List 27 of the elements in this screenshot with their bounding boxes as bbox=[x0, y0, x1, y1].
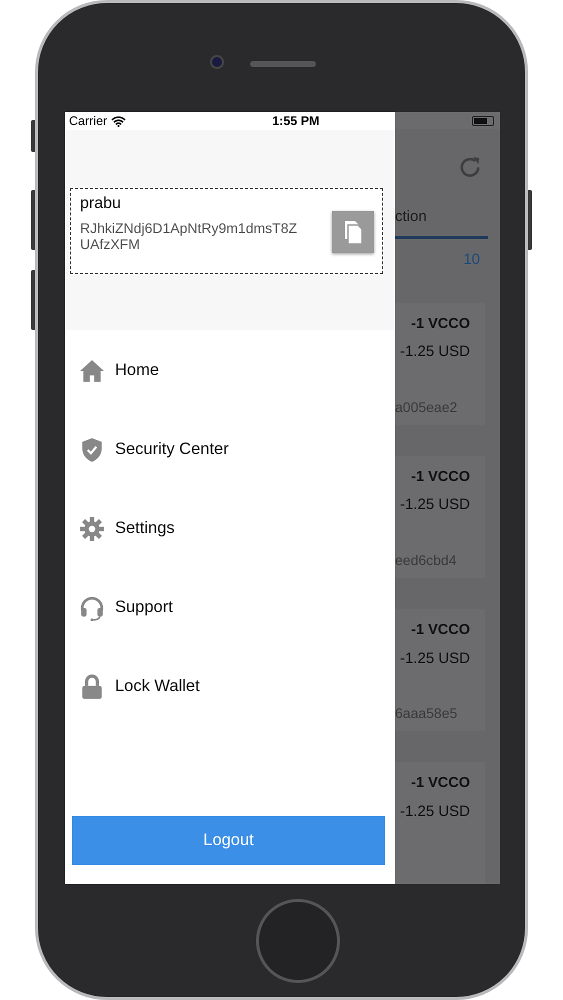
copy-button[interactable] bbox=[332, 211, 374, 253]
carrier-name: Carrier bbox=[69, 112, 108, 130]
transaction-count: 10 bbox=[462, 250, 481, 270]
menu-item[interactable]: Settings bbox=[65, 489, 395, 568]
battery-icon bbox=[472, 116, 494, 126]
wallet-address: RJhkiZNdj6D1ApNtRy9m1dmsT8ZUAfzXFM bbox=[80, 220, 298, 252]
status-time: 1:55 PM bbox=[272, 112, 320, 130]
headset-icon bbox=[79, 594, 105, 620]
speaker-grille bbox=[250, 61, 316, 67]
fiat-value: -1.25 USD bbox=[400, 802, 470, 822]
fiat-value: -1.25 USD bbox=[400, 342, 470, 362]
menu-item[interactable]: Home bbox=[65, 331, 395, 410]
amount-text: -1 VCCO bbox=[411, 774, 470, 793]
menu-item[interactable]: Lock Wallet bbox=[65, 647, 395, 726]
amount-text: -1 VCCO bbox=[411, 620, 470, 640]
fiat-value: -1.25 USD bbox=[400, 495, 470, 516]
home-icon bbox=[79, 358, 105, 384]
fiat-value: -1.25 USD bbox=[400, 648, 470, 669]
menu-item[interactable]: Security Center bbox=[65, 410, 395, 489]
settings-icon bbox=[79, 516, 105, 542]
menu-item[interactable]: Support bbox=[65, 568, 395, 647]
amount-text: -1 VCCO bbox=[411, 314, 470, 334]
account-name: prabu bbox=[80, 194, 122, 214]
copy-icon bbox=[343, 219, 363, 245]
wifi-icon bbox=[111, 116, 126, 126]
amount-text: -1 VCCO bbox=[411, 468, 470, 487]
camera-icon bbox=[210, 55, 224, 69]
